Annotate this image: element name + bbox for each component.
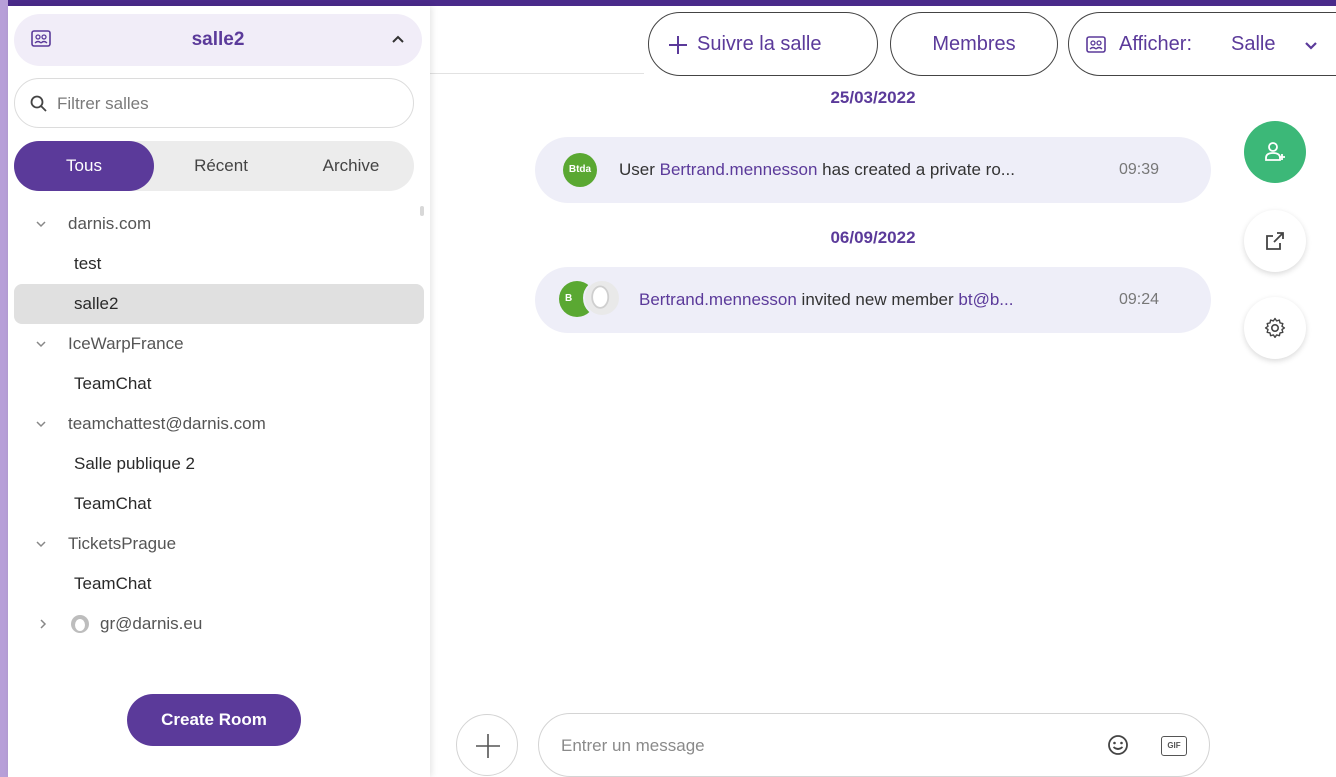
user-link[interactable]: Bertrand.mennesson: [639, 290, 797, 309]
attach-button[interactable]: [456, 714, 518, 776]
group-darnis-com[interactable]: darnis.com: [14, 204, 424, 244]
group-label: teamchattest@darnis.com: [68, 414, 266, 433]
message-text: User Bertrand.mennesson has created a pr…: [619, 160, 1015, 179]
message-time: 09:39: [1119, 161, 1160, 178]
gif-button[interactable]: GIF: [1161, 736, 1187, 756]
plus-icon: [476, 734, 500, 758]
user-link[interactable]: Bertrand.mennesson: [660, 160, 818, 179]
chevron-down-icon: [36, 221, 46, 228]
open-external-button[interactable]: [1244, 210, 1306, 272]
group-label: IceWarpFrance: [68, 334, 184, 353]
window-left-edge: [0, 0, 8, 777]
add-user-icon: [1265, 142, 1285, 161]
settings-button[interactable]: [1244, 297, 1306, 359]
chevron-down-icon: [36, 341, 46, 348]
room-icon: [1086, 36, 1106, 53]
gear-icon: [1264, 317, 1286, 338]
chevron-down-icon: [1305, 42, 1317, 50]
message-time: 09:24: [1119, 291, 1160, 308]
room-tabs: Tous Récent Archive: [14, 141, 414, 191]
rooms-sidebar: salle2 Tous Récent Archive darnis.com te…: [8, 6, 430, 777]
group-ticketsprague[interactable]: TicketsPrague: [14, 524, 424, 564]
group-label: TicketsPrague: [68, 534, 177, 553]
user-silhouette-icon: [591, 285, 610, 309]
avatar: Btda: [563, 153, 597, 187]
room-selector[interactable]: salle2: [14, 14, 422, 66]
chat-message: Btda User Bertrand.mennesson has created…: [535, 137, 1211, 203]
follow-room-label: Suivre la salle: [697, 33, 822, 55]
current-room-name: salle2: [191, 29, 245, 50]
display-select[interactable]: Afficher: Salle: [1068, 12, 1336, 76]
group-label: darnis.com: [68, 214, 152, 233]
avatar-placeholder-icon: [583, 279, 621, 317]
room-item-teamchat[interactable]: TeamChat: [14, 364, 424, 404]
add-member-button[interactable]: [1244, 121, 1306, 183]
chat-message: B Bertrand.mennesson invited new member …: [535, 267, 1211, 333]
display-value: Salle: [1231, 33, 1276, 55]
external-link-icon: [1266, 232, 1284, 250]
group-teamchattest[interactable]: teamchattest@darnis.com: [14, 404, 424, 444]
tab-tous[interactable]: Tous: [14, 141, 154, 191]
room-item-salle2[interactable]: salle2: [14, 284, 424, 324]
room-filter-input[interactable]: [57, 89, 397, 119]
search-icon: [30, 95, 47, 112]
room-tree: darnis.com test salle2 IceWarpFrance Tea…: [14, 204, 424, 644]
tab-recent[interactable]: Récent: [154, 141, 288, 191]
message-input[interactable]: [561, 730, 1081, 762]
date-separator: 25/03/2022: [830, 88, 916, 107]
message-text: Bertrand.mennesson invited new member bt…: [639, 290, 1014, 309]
room-item-teamchat[interactable]: TeamChat: [14, 564, 424, 604]
room-item-test[interactable]: test: [14, 244, 424, 284]
display-label: Afficher:: [1119, 33, 1192, 55]
chevron-up-icon[interactable]: [390, 32, 406, 48]
member-link[interactable]: bt@b...: [958, 290, 1013, 309]
chevron-down-icon: [36, 541, 46, 548]
chevron-right-icon: [40, 619, 47, 629]
message-composer: GIF: [538, 713, 1210, 777]
group-icewarpfrance[interactable]: IceWarpFrance: [14, 324, 424, 364]
room-filter: [14, 78, 414, 128]
room-item-teamchat[interactable]: TeamChat: [14, 484, 424, 524]
plus-icon: [669, 36, 687, 54]
create-room-button[interactable]: Create Room: [127, 694, 301, 746]
room-item-salle-publique-2[interactable]: Salle publique 2: [14, 444, 424, 484]
user-entry-label: gr@darnis.eu: [100, 614, 203, 633]
chevron-down-icon: [36, 421, 46, 428]
date-separator: 06/09/2022: [830, 228, 916, 247]
tab-archive[interactable]: Archive: [288, 141, 414, 191]
header-divider: [430, 73, 644, 74]
members-button[interactable]: Membres: [890, 12, 1058, 76]
emoji-icon[interactable]: [1107, 734, 1129, 756]
user-entry-gr-darnis[interactable]: gr@darnis.eu: [14, 604, 424, 644]
follow-room-button[interactable]: Suivre la salle: [648, 12, 878, 76]
user-avatar-icon: [71, 615, 89, 633]
